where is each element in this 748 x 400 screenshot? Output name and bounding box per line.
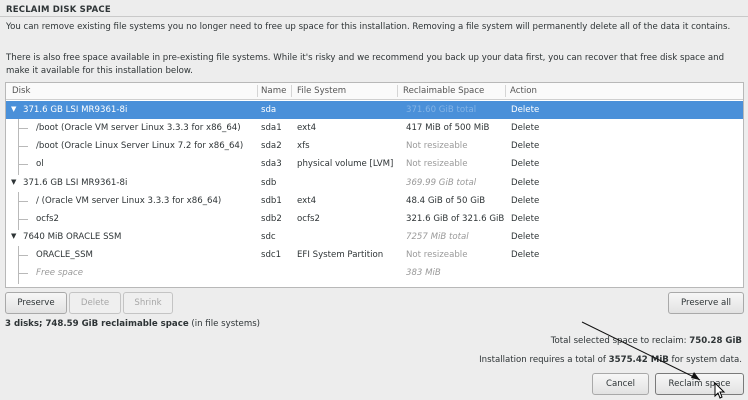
column-header-disk[interactable]: Disk [12, 86, 30, 96]
table-row[interactable]: ▼ 371.6 GB LSI MR9361-8i sda 371.60 GiB … [6, 101, 743, 119]
expander-down-icon[interactable]: ▼ [11, 105, 16, 113]
intro-text-free-space: There is also free space available in pr… [6, 53, 725, 76]
mouse-cursor-icon [714, 382, 726, 399]
row-action[interactable]: Delete [511, 232, 539, 242]
delete-button[interactable]: Delete [69, 292, 121, 314]
table-row[interactable]: /boot (Oracle VM server Linux 3.3.3 for … [6, 119, 743, 137]
table-row[interactable]: ▼ 7640 MiB ORACLE SSM sdc 7257 MiB total… [6, 228, 743, 246]
column-header-action[interactable]: Action [510, 86, 537, 96]
cancel-button[interactable]: Cancel [592, 373, 649, 395]
title-divider [0, 16, 748, 17]
row-action[interactable]: Delete [511, 141, 539, 151]
row-action[interactable]: Delete [511, 105, 539, 115]
table-header: Disk Name File System Reclaimable Space … [6, 83, 743, 100]
installation-requirement-text: Installation requires a total of 3575.42… [479, 355, 742, 365]
column-header-name[interactable]: Name [261, 86, 286, 96]
table-row[interactable]: ocfs2 sdb2 ocfs2 321.6 GiB of 321.6 GiB … [6, 210, 743, 228]
expander-down-icon[interactable]: ▼ [11, 232, 16, 240]
page-title: RECLAIM DISK SPACE [6, 5, 111, 15]
table-row: Free space 383 MiB [36, 268, 441, 278]
row-action[interactable]: Delete [511, 250, 539, 260]
intro-text-remove: You can remove existing file systems you… [6, 22, 731, 32]
row-action[interactable]: Delete [511, 159, 539, 169]
summary-bold: 3 disks; 748.59 GiB reclaimable space [5, 319, 189, 329]
table-row[interactable]: ol sda3 physical volume [LVM] Not resize… [6, 155, 743, 173]
table-row[interactable]: ORACLE_SSM sdc1 EFI System Partition Not… [6, 246, 743, 264]
preserve-all-button[interactable]: Preserve all [668, 292, 744, 314]
summary-rest: (in file systems) [188, 319, 261, 329]
row-action[interactable]: Delete [511, 214, 539, 224]
row-action[interactable]: Delete [511, 196, 539, 206]
reclaim-space-button[interactable]: Reclaim space [655, 373, 744, 395]
disk-table: Disk Name File System Reclaimable Space … [5, 82, 744, 288]
row-action[interactable]: Delete [511, 178, 539, 188]
row-action[interactable]: Delete [511, 123, 539, 133]
expander-down-icon[interactable]: ▼ [11, 178, 16, 186]
table-row[interactable]: /boot (Oracle Linux Server Linux 7.2 for… [6, 137, 743, 155]
column-header-file-system[interactable]: File System [297, 86, 346, 96]
table-row[interactable]: / (Oracle VM server Linux 3.3.3 for x86_… [6, 192, 743, 210]
table-row[interactable]: ▼ 371.6 GB LSI MR9361-8i sdb 369.99 GiB … [6, 174, 743, 192]
preserve-button[interactable]: Preserve [5, 292, 67, 314]
column-header-reclaimable-space[interactable]: Reclaimable Space [403, 86, 484, 96]
shrink-button[interactable]: Shrink [123, 292, 173, 314]
reclaimable-summary: 3 disks; 748.59 GiB reclaimable space (i… [5, 319, 260, 329]
total-selected-text: Total selected space to reclaim: 750.28 … [550, 336, 742, 346]
